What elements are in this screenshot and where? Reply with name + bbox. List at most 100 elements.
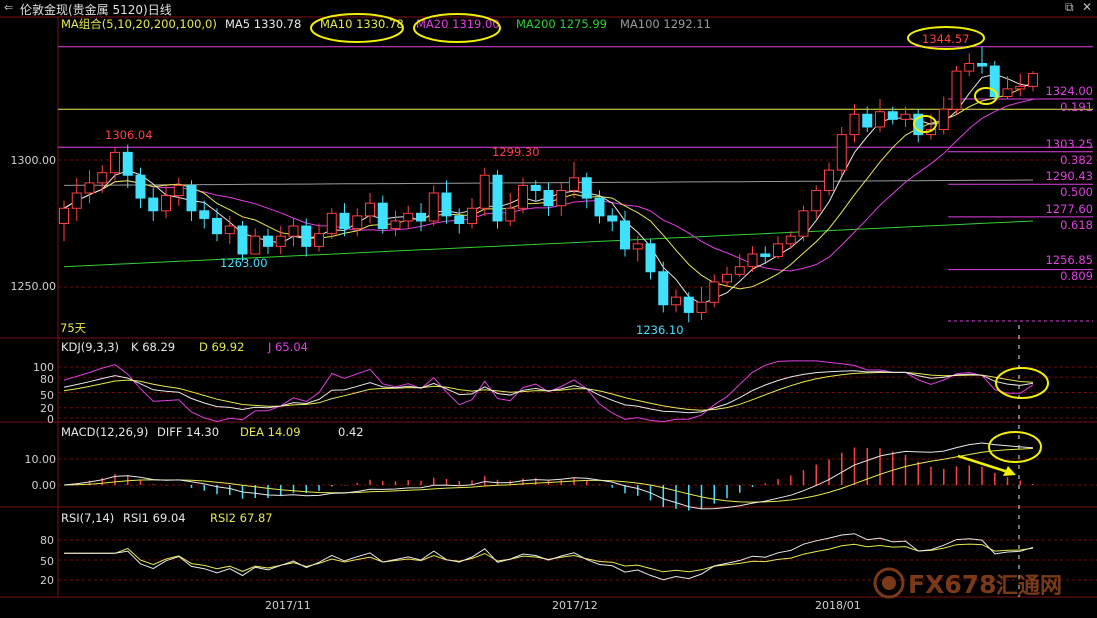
candle-body [441, 192, 452, 217]
macd-diff-line [63, 442, 1034, 510]
candle-body [403, 212, 414, 222]
candle-body [110, 151, 120, 174]
candle-body [263, 235, 273, 247]
fx678-logo-core [882, 576, 896, 590]
candle-body [964, 62, 975, 72]
candle-body [365, 202, 375, 217]
annot-low-1: 1263.00 [220, 256, 268, 270]
candle-body [212, 217, 222, 235]
kdj-tick-0: 0 [47, 413, 54, 426]
candle-body [518, 184, 528, 209]
candle-body [1028, 73, 1038, 87]
candle-body [339, 212, 350, 230]
fib-ratio-1: 0.382 [1060, 153, 1093, 167]
rsi-tick-80: 80 [40, 534, 54, 547]
period-label: 75天 [60, 321, 87, 335]
fib-price-1: 1303.25 [1045, 137, 1093, 151]
kdj-k: K 68.29 [131, 340, 175, 354]
fib-price-0: 1324.00 [1045, 84, 1093, 98]
candle-body [199, 210, 210, 219]
macd-dea-line [63, 447, 1034, 503]
candle-body [875, 111, 885, 128]
candle-body [390, 220, 401, 230]
chart-canvas[interactable]: MA组合(5,10,20,200,100,0) MA5 1330.78 MA10… [0, 0, 1097, 618]
candle-body [887, 111, 898, 120]
candle-body [938, 108, 949, 131]
annot-high-2: 1299.30 [492, 145, 540, 159]
candle-body [607, 215, 618, 222]
rsi-tick-20: 20 [40, 574, 54, 587]
candle-body [683, 296, 694, 313]
candle-body [416, 212, 426, 222]
candle-body [224, 225, 235, 235]
rsi-2: RSI2 67.87 [210, 511, 273, 525]
candle-body [467, 207, 477, 224]
candle-body [161, 195, 171, 212]
fib-price-4: 1256.85 [1045, 253, 1093, 267]
candle-body [1002, 88, 1013, 97]
candle-body [326, 212, 337, 235]
macd-header: MACD(12,26,9) [61, 425, 148, 439]
candle-body [59, 207, 69, 224]
watermark: FX678 汇通网 [872, 566, 1082, 600]
kdj-tick-80: 80 [40, 373, 54, 386]
candle-body [492, 174, 503, 222]
candle-body [581, 177, 592, 199]
candle-body [620, 220, 630, 250]
candle-body [709, 281, 720, 303]
ma-group-label: MA组合(5,10,20,200,100,0) [61, 17, 217, 31]
candle-body [556, 189, 567, 207]
candle-body [569, 177, 579, 191]
fib-price-3: 1277.60 [1045, 202, 1093, 216]
candle-body [454, 215, 465, 225]
candle-body [377, 202, 388, 230]
x-label-dec: 2017/12 [552, 599, 598, 612]
macd-dea: DEA 14.09 [240, 425, 301, 439]
candle-body [798, 210, 809, 237]
candle-body [237, 225, 248, 255]
candle-body [977, 62, 987, 67]
ma100-label: MA100 1292.11 [620, 17, 711, 31]
ma5-label: MA5 1330.78 [225, 17, 301, 31]
candle-body [671, 296, 681, 306]
candle-body [314, 233, 324, 247]
x-label-jan: 2018/01 [815, 599, 861, 612]
candle-body [122, 151, 133, 176]
ma-legend: MA组合(5,10,20,200,100,0) MA5 1330.78 MA10… [61, 13, 711, 43]
annot-low-2: 1236.10 [636, 323, 684, 337]
candle-body [747, 253, 758, 268]
fib-ratio-2: 0.500 [1060, 185, 1093, 199]
rsi-1: RSI1 69.04 [123, 511, 186, 525]
fib-ratio-3: 0.618 [1060, 218, 1093, 232]
y-tick-1300: 1300.00 [11, 154, 57, 167]
candle-body [84, 182, 95, 194]
kdj-j: J 65.04 [267, 340, 308, 354]
highlight-macd [988, 431, 1042, 463]
x-label-nov: 2017/11 [265, 599, 311, 612]
macd-value: 0.42 [338, 425, 364, 439]
candle-body [951, 70, 962, 110]
candle-body [288, 225, 299, 237]
candle-body [811, 189, 822, 212]
macd-panel: MACD(12,26,9) DIFF 14.30 DEA 14.09 0.42 … [25, 425, 1097, 511]
fib-price-2: 1290.43 [1045, 169, 1093, 183]
macd-diff: DIFF 14.30 [157, 425, 219, 439]
watermark-brand-cn: 汇通网 [996, 574, 1062, 599]
candle-body [301, 225, 312, 247]
x-axis: 2017/11 2017/12 2018/01 [265, 599, 861, 612]
candle-body [530, 184, 541, 191]
candle-body [71, 192, 82, 209]
candle-body [722, 273, 732, 283]
fib-ratio-0: 0.191 [1060, 100, 1093, 114]
ma20-label: MA20 1319.00 [416, 17, 500, 31]
candle-body [250, 235, 261, 255]
candle-body [785, 235, 796, 245]
candle-body [645, 243, 656, 273]
candle-body [135, 174, 146, 199]
panel-frames [0, 16, 1097, 598]
candle-body [352, 215, 363, 230]
candle-body [543, 189, 554, 207]
candle-body [594, 197, 605, 217]
macd-tick-10: 10.00 [25, 453, 57, 466]
candle-body [186, 184, 197, 212]
